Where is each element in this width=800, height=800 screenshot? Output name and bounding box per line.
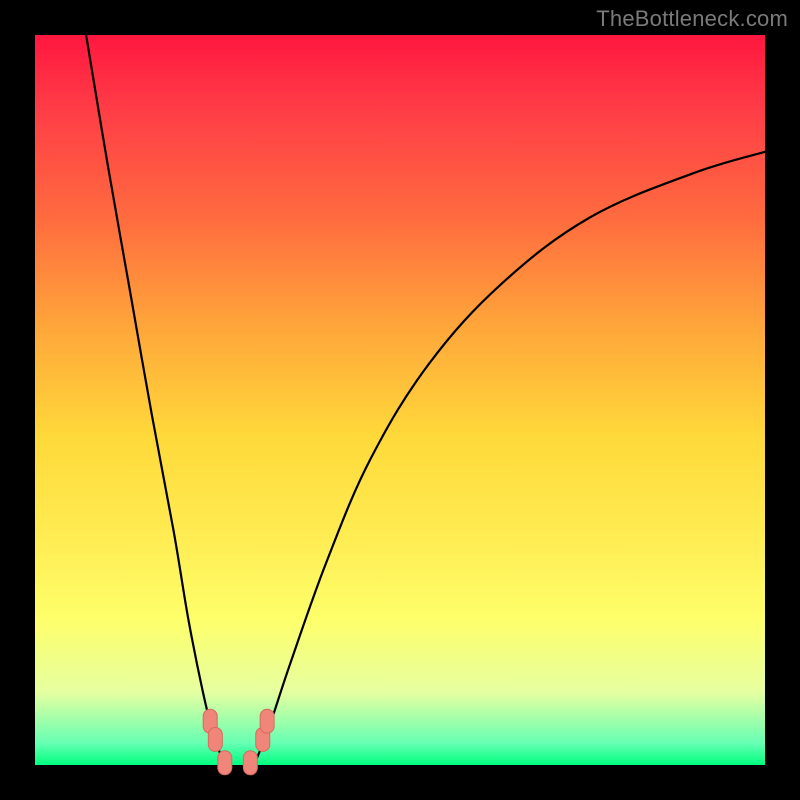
curve-right-branch	[254, 152, 765, 765]
plot-area	[35, 35, 765, 765]
curve-left-branch	[86, 35, 225, 765]
marker-left-cluster-bottom	[208, 727, 222, 751]
marker-bottom-left	[218, 751, 232, 775]
curve-layer	[35, 35, 765, 765]
marker-group	[203, 709, 274, 775]
marker-right-cluster-top	[260, 709, 274, 733]
marker-bottom-right	[243, 751, 257, 775]
watermark-text: TheBottleneck.com	[596, 6, 788, 32]
chart-container: TheBottleneck.com	[0, 0, 800, 800]
